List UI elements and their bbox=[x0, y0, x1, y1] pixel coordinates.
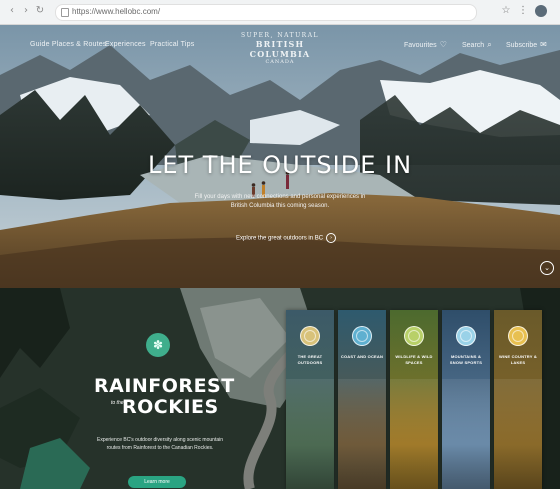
card-medal-icon bbox=[352, 326, 372, 346]
card-medal-inner bbox=[460, 330, 472, 342]
logo-line3: CANADA bbox=[265, 59, 295, 65]
region-learn-more-button[interactable]: Learn more bbox=[128, 476, 186, 488]
tree-icon: ✽ bbox=[146, 333, 170, 357]
card-photo bbox=[338, 379, 386, 489]
favourites-label: Favourites bbox=[404, 42, 437, 49]
search-label: Search bbox=[462, 42, 485, 49]
scroll-down-icon[interactable]: ⌄ bbox=[540, 261, 554, 275]
card-photo bbox=[286, 379, 334, 489]
star-icon[interactable]: ☆ bbox=[500, 5, 512, 17]
card-title: THE GREAT OUTDOORS bbox=[297, 354, 323, 365]
card-photo bbox=[494, 379, 542, 489]
experience-card[interactable]: THE GREAT OUTDOORS bbox=[286, 310, 334, 489]
card-medal-icon bbox=[508, 326, 528, 346]
logo-line1: SUPER, NATURAL bbox=[240, 32, 320, 39]
address-bar[interactable]: https://www.hellobc.com/ bbox=[55, 4, 477, 21]
lock-icon bbox=[61, 8, 69, 17]
hero-title: LET THE OUTSIDE IN bbox=[147, 151, 413, 179]
experience-card[interactable]: WINE COUNTRY & LAKES bbox=[494, 310, 542, 489]
card-medal-icon bbox=[456, 326, 476, 346]
card-title: WILDLIFE & WILD SPACES bbox=[395, 354, 433, 365]
search-icon: ⌕ bbox=[487, 40, 492, 49]
card-photo bbox=[442, 379, 490, 489]
region-section: ✽ RAINFOREST to the ROCKIES Experience B… bbox=[0, 288, 560, 489]
reload-icon[interactable]: ↻ bbox=[34, 5, 46, 17]
card-title: COAST AND OCEAN bbox=[340, 354, 384, 359]
card-photo bbox=[390, 379, 438, 489]
nav-places[interactable]: Guide Places & Routes bbox=[30, 41, 107, 48]
card-medal-icon bbox=[404, 326, 424, 346]
back-icon[interactable]: ‹ bbox=[6, 5, 18, 17]
card-title: WINE COUNTRY & LAKES bbox=[499, 354, 537, 365]
arrow-right-icon: › bbox=[326, 233, 337, 243]
card-medal-inner bbox=[356, 330, 368, 342]
nav-experiences[interactable]: Experiences bbox=[105, 41, 146, 48]
experience-card[interactable]: COAST AND OCEAN bbox=[338, 310, 386, 489]
nav-practical-tips[interactable]: Practical Tips bbox=[150, 41, 194, 48]
hero-subtitle: Fill your days with new connections and … bbox=[194, 194, 366, 209]
hero-section: Guide Places & Routes Experiences Practi… bbox=[0, 25, 560, 288]
site-logo[interactable]: SUPER, NATURAL BRITISH COLUMBIA CANADA bbox=[230, 32, 330, 65]
card-medal-inner bbox=[304, 330, 316, 342]
forward-icon[interactable]: › bbox=[20, 5, 32, 17]
address-url: https://www.hellobc.com/ bbox=[72, 7, 161, 16]
card-medal-inner bbox=[408, 330, 420, 342]
profile-icon[interactable] bbox=[535, 5, 547, 17]
subscribe-label: Subscribe bbox=[506, 42, 538, 49]
experience-card[interactable]: MOUNTAINS & SNOW SPORTS bbox=[442, 310, 490, 489]
card-title: MOUNTAINS & SNOW SPORTS bbox=[449, 354, 483, 365]
extensions-icon[interactable]: ⋮ bbox=[517, 5, 529, 17]
logo-line2: BRITISH COLUMBIA bbox=[249, 39, 311, 59]
card-medal-icon bbox=[300, 326, 320, 346]
experience-card[interactable]: WILDLIFE & WILD SPACES bbox=[390, 310, 438, 489]
card-medal-inner bbox=[512, 330, 524, 342]
region-description: Experience BC's outdoor diversity along … bbox=[96, 437, 224, 451]
hero-cta-label: Explore the great outdoors in BC bbox=[236, 235, 324, 242]
region-title-line1: RAINFOREST bbox=[94, 375, 235, 397]
region-title-line2: ROCKIES bbox=[122, 396, 219, 418]
subscribe-link[interactable]: Subscribe ✉ bbox=[506, 40, 547, 49]
hero-cta-link[interactable]: Explore the great outdoors in BC › bbox=[236, 233, 337, 243]
mail-icon: ✉ bbox=[540, 40, 547, 49]
heart-icon: ♡ bbox=[439, 40, 447, 49]
favourites-link[interactable]: Favourites ♡ bbox=[404, 40, 447, 49]
browser-chrome: ‹ › ↻ https://www.hellobc.com/ ☆ ⋮ bbox=[0, 0, 560, 25]
search-link[interactable]: Search ⌕ bbox=[462, 40, 492, 50]
